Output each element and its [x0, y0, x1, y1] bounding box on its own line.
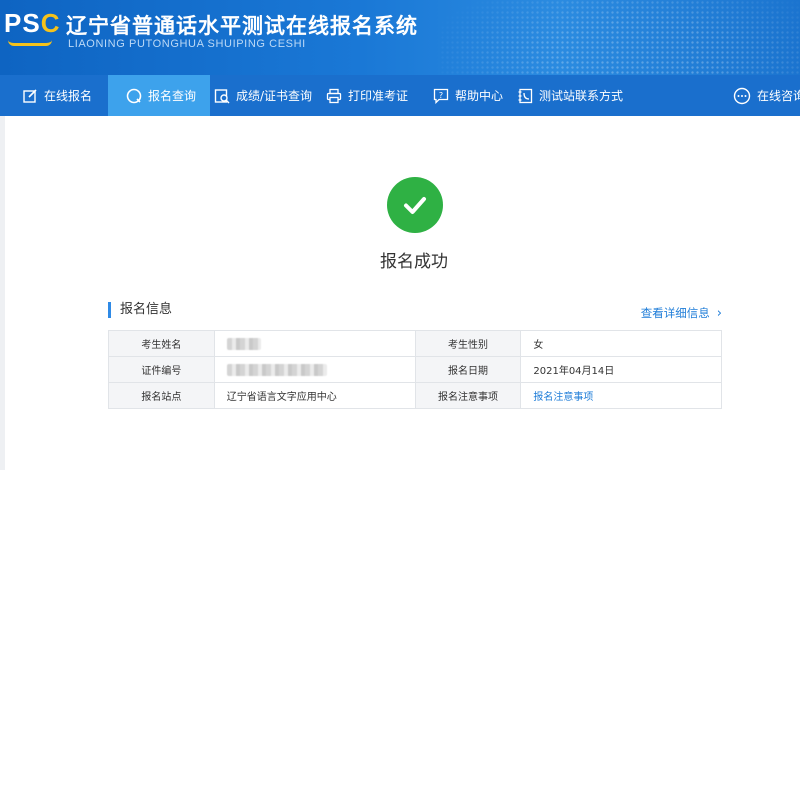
- field-label: 考生姓名: [108, 330, 215, 357]
- edit-icon: [22, 88, 38, 104]
- main-nav: 在线报名 报名查询 成绩/证书查询 打印准考证 ? 帮助中心 测试站联系方式 在…: [0, 75, 800, 116]
- help-icon: ?: [433, 88, 449, 104]
- redacted-name: [226, 337, 261, 350]
- nav-item-test-site-contacts[interactable]: 测试站联系方式: [513, 75, 729, 116]
- nav-item-help-center[interactable]: ? 帮助中心: [429, 75, 513, 116]
- page-left-border: [0, 116, 5, 470]
- nav-label: 测试站联系方式: [539, 89, 624, 103]
- nav-item-online-registration[interactable]: 在线报名: [0, 75, 108, 116]
- field-value: 女: [520, 330, 722, 357]
- psc-logo: PSC: [4, 8, 59, 48]
- svg-text:?: ?: [439, 91, 443, 100]
- nav-label: 报名查询: [148, 89, 197, 103]
- check-circle-icon: [387, 177, 443, 233]
- site-title: 辽宁省普通话水平测试在线报名系统: [66, 14, 418, 38]
- view-details-link[interactable]: 查看详细信息 ›: [641, 305, 722, 321]
- registration-notes-link[interactable]: 报名注意事项: [520, 382, 722, 409]
- nav-label: 帮助中心: [455, 89, 504, 103]
- header-banner: PSC 辽宁省普通话水平测试在线报名系统 LIAONING PUTONGHUA …: [0, 0, 800, 75]
- table-row: 报名站点 辽宁省语言文字应用中心 报名注意事项 报名注意事项: [108, 382, 722, 409]
- site-subtitle: LIAONING PUTONGHUA SHUIPING CESHI: [68, 38, 306, 50]
- search-circle-icon: [126, 88, 142, 104]
- field-value: 2021年04月14日: [520, 356, 722, 383]
- chat-icon: [733, 87, 751, 105]
- redacted-id-number: [226, 363, 327, 376]
- candidate-name-value: [213, 330, 416, 357]
- nav-label: 成绩/证书查询: [236, 89, 313, 103]
- section-title: 报名信息: [108, 302, 172, 318]
- field-value: 辽宁省语言文字应用中心: [213, 382, 416, 409]
- chevron-right-icon: ›: [716, 305, 722, 321]
- nav-item-score-certificate-query[interactable]: 成绩/证书查询: [210, 75, 324, 116]
- nav-label: 在线咨询: [757, 89, 800, 103]
- view-details-label: 查看详细信息: [640, 306, 710, 320]
- registration-info-table: 考生姓名 考生性别 女 证件编号 报名日期 2021年04月14日 报名站点 辽…: [108, 330, 722, 409]
- printer-icon: [326, 88, 342, 104]
- nav-item-online-consultation[interactable]: 在线咨询: [729, 75, 800, 116]
- nav-label: 打印准考证: [348, 89, 409, 103]
- field-label: 报名日期: [414, 356, 522, 383]
- success-message: 报名成功: [380, 252, 448, 272]
- field-label: 考生性别: [414, 330, 522, 357]
- nav-item-print-admission-ticket[interactable]: 打印准考证: [324, 75, 429, 116]
- table-row: 考生姓名 考生性别 女: [108, 330, 722, 357]
- certificate-search-icon: [214, 88, 230, 104]
- field-label: 报名注意事项: [414, 382, 522, 409]
- world-map-decoration: [440, 0, 800, 75]
- logo-text-ps: PS: [4, 8, 41, 38]
- field-label: 报名站点: [108, 382, 215, 409]
- phone-book-icon: [517, 88, 533, 104]
- nav-item-registration-query[interactable]: 报名查询: [108, 75, 210, 116]
- id-number-value: [213, 356, 416, 383]
- nav-label: 在线报名: [44, 89, 93, 103]
- field-label: 证件编号: [108, 356, 215, 383]
- table-row: 证件编号 报名日期 2021年04月14日: [108, 356, 722, 383]
